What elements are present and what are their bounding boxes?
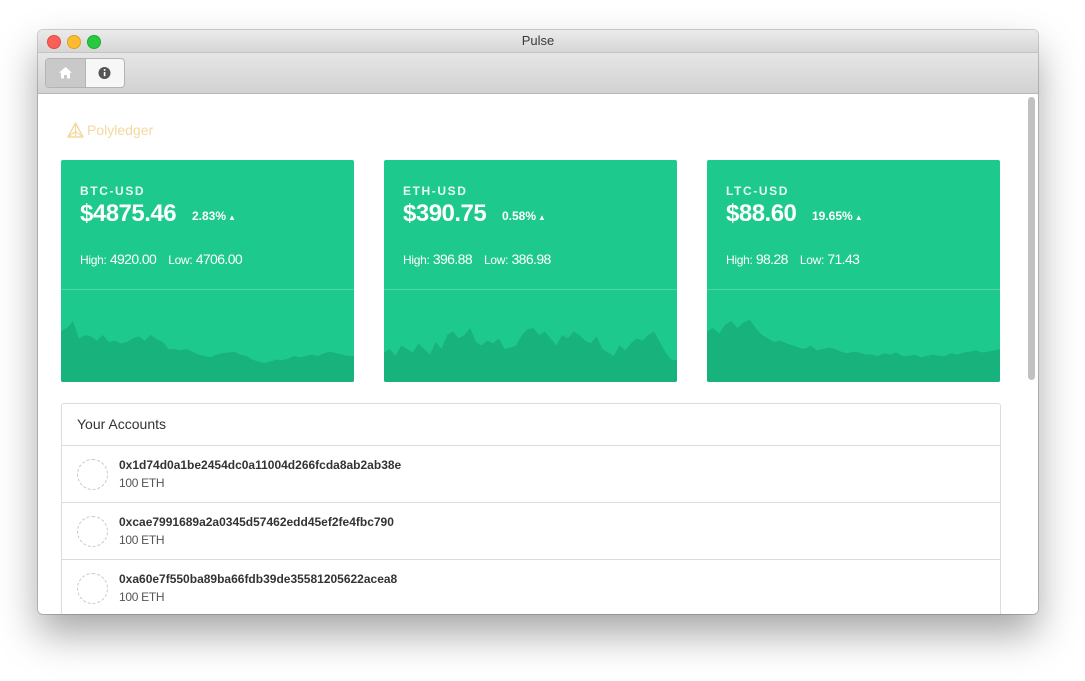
ticker-change: 0.58% ▲ — [502, 209, 546, 223]
brand-name: Polyledger — [87, 122, 154, 138]
sparkline-area — [384, 328, 677, 382]
ticker-high-low: High: 4920.00 Low: 4706.00 — [80, 251, 243, 267]
accounts-title: Your Accounts — [62, 404, 1000, 446]
ticker-price: $88.60 — [726, 200, 797, 227]
high-label: High: — [80, 253, 107, 267]
ticker-card-btc[interactable]: BTC-USD $4875.46 2.83% ▲ High: 4920.00 Low… — [61, 160, 354, 382]
arrow-up-icon: ▲ — [854, 213, 863, 222]
info-icon — [98, 67, 111, 79]
sparkline-area — [61, 321, 354, 382]
ticker-card-eth[interactable]: ETH-USD $390.75 0.58% ▲ High: 396.88 Low: … — [384, 160, 677, 382]
high-value: 396.88 — [432, 251, 473, 267]
account-row[interactable]: 0xa60e7f550ba89ba66fdb39de35581205622ace… — [62, 560, 1000, 614]
low-value: 4706.00 — [195, 251, 243, 267]
account-avatar — [77, 573, 108, 604]
ticker-change-value: 2.83% — [192, 209, 227, 223]
vertical-scrollbar[interactable] — [1028, 97, 1035, 380]
account-address: 0xcae7991689a2a0345d57462edd45ef2fe4fbc7… — [119, 515, 394, 529]
window-title: Pulse — [521, 33, 555, 48]
ticker-card-ltc[interactable]: LTC-USD $88.60 19.65% ▲ High: 98.28 Low: 7… — [707, 160, 1000, 382]
ticker-sparkline — [707, 319, 1000, 382]
account-row[interactable]: 0xcae7991689a2a0345d57462edd45ef2fe4fbc7… — [62, 503, 1000, 560]
close-window-button[interactable] — [47, 35, 61, 49]
account-address: 0x1d74d0a1be2454dc0a11004d266fcda8ab2ab3… — [119, 458, 402, 472]
minimize-window-button[interactable] — [67, 35, 81, 49]
high-label: High: — [726, 253, 753, 267]
home-icon — [59, 67, 72, 79]
ticker-change: 2.83% ▲ — [192, 209, 236, 223]
home-button[interactable] — [46, 59, 86, 87]
account-avatar — [77, 516, 108, 547]
toolbar — [38, 53, 1038, 94]
low-value: 386.98 — [511, 251, 552, 267]
account-balance: 100 ETH — [119, 590, 165, 604]
high-label: High: — [403, 253, 430, 267]
arrow-up-icon: ▲ — [228, 213, 236, 222]
ticker-price: $390.75 — [403, 200, 487, 227]
ticker-sparkline — [61, 321, 354, 382]
ticker-change: 19.65% ▲ — [812, 209, 863, 223]
low-label: Low: — [168, 253, 193, 267]
app-window: Pulse Polyledger BTC-USD $4875.46 2.83% … — [38, 30, 1038, 614]
title-bar: Pulse — [38, 30, 1038, 53]
low-label: Low: — [799, 253, 825, 267]
ticker-high-low: High: 98.28 Low: 71.43 — [726, 251, 860, 267]
account-avatar — [77, 459, 108, 490]
account-balance: 100 ETH — [119, 533, 165, 547]
toolbar-segmented-control — [45, 58, 125, 88]
sparkline-area — [707, 319, 1000, 382]
ticker-high-low: High: 396.88 Low: 386.98 — [403, 251, 551, 267]
ticker-change-value: 0.58% — [502, 209, 537, 223]
high-value: 4920.00 — [109, 251, 157, 267]
maximize-window-button[interactable] — [87, 35, 101, 49]
info-button[interactable] — [85, 59, 124, 87]
ticker-symbol: LTC-USD — [726, 184, 789, 198]
polyledger-logo-icon — [67, 122, 84, 138]
high-value: 98.28 — [755, 251, 789, 267]
low-label: Low: — [484, 253, 509, 267]
arrow-up-icon: ▲ — [538, 213, 546, 222]
ticker-change-value: 19.65% — [812, 209, 853, 223]
ticker-price: $4875.46 — [80, 200, 177, 227]
low-value: 71.43 — [827, 251, 860, 267]
account-address: 0xa60e7f550ba89ba66fdb39de35581205622ace… — [119, 572, 398, 586]
ticker-symbol: BTC-USD — [80, 184, 146, 198]
main-content: Polyledger BTC-USD $4875.46 2.83% ▲ High:… — [38, 94, 1038, 614]
ticker-sparkline — [384, 328, 677, 382]
brand: Polyledger — [67, 120, 153, 140]
account-balance: 100 ETH — [119, 476, 165, 490]
accounts-panel: Your Accounts 0x1d74d0a1be2454dc0a11004d… — [61, 403, 1001, 614]
account-row[interactable]: 0x1d74d0a1be2454dc0a11004d266fcda8ab2ab3… — [62, 446, 1000, 503]
ticker-symbol: ETH-USD — [403, 184, 468, 198]
